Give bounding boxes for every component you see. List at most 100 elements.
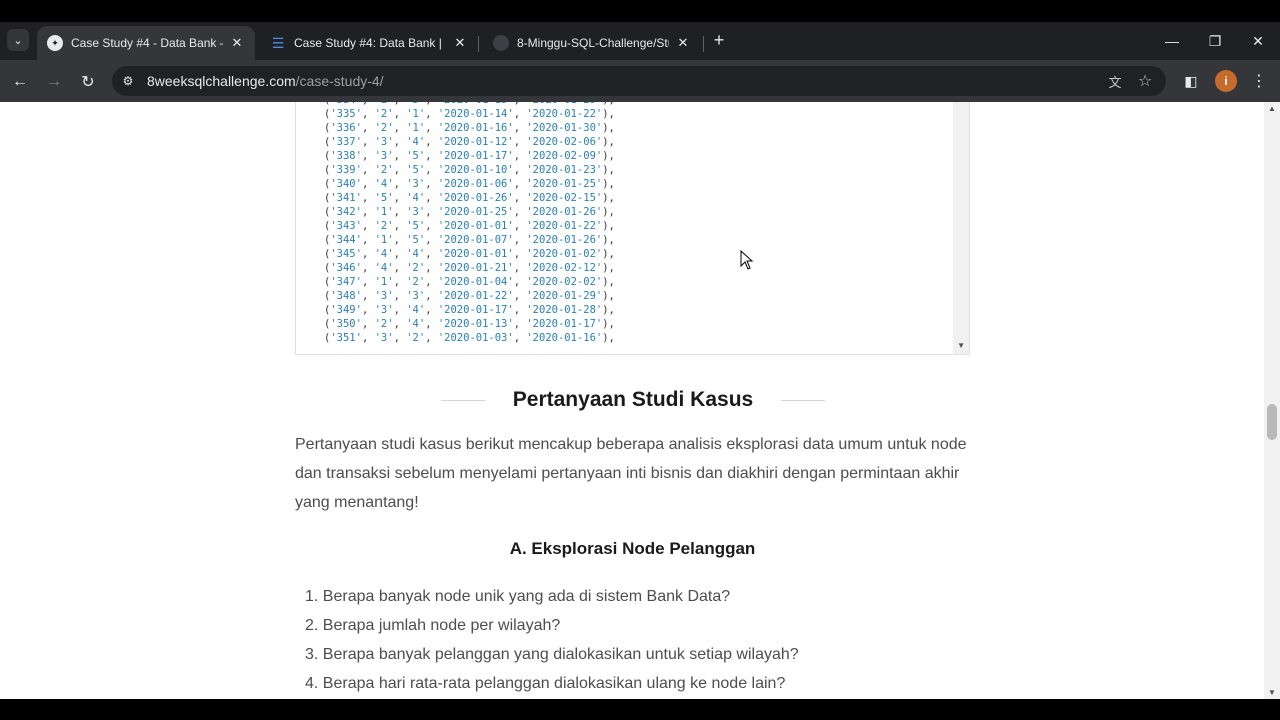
code-line: ('351', '3', '2', '2020-01-03', '2020-01… <box>324 332 615 344</box>
code-string: '1' <box>406 108 426 120</box>
code-string: '347' <box>330 276 362 288</box>
window-close-icon[interactable]: ✕ <box>1236 22 1280 60</box>
code-scrollbar[interactable]: ▼ <box>953 102 969 354</box>
code-string: '4' <box>374 248 394 260</box>
code-string: '2020-02-12' <box>526 262 603 274</box>
code-string: '2020-01-29' <box>526 102 602 106</box>
code-string: '3' <box>406 290 426 302</box>
code-string: '3' <box>406 178 426 190</box>
code-string: '2020-02-09' <box>526 150 603 162</box>
back-arrow-icon[interactable]: ← <box>8 70 32 94</box>
code-line: ('343', '2', '5', '2020-01-01', '2020-01… <box>324 220 615 232</box>
profile-avatar[interactable]: i <box>1215 70 1237 92</box>
code-line: ('346', '4', '2', '2020-01-21', '2020-02… <box>324 262 615 274</box>
code-line: ('337', '3', '4', '2020-01-12', '2020-02… <box>324 136 615 148</box>
site-info-icon[interactable]: ⚙ <box>120 73 136 89</box>
code-string: '3' <box>406 206 426 218</box>
code-string: '2020-01-06' <box>437 178 514 190</box>
translate-icon[interactable]: 文 <box>1106 72 1124 90</box>
list-item: 3. Berapa banyak pelanggan yang dialokas… <box>305 646 799 663</box>
code-string: '2' <box>374 318 394 330</box>
side-panel-icon[interactable]: ◧ <box>1180 70 1202 92</box>
code-string: '2020-01-13' <box>437 318 514 330</box>
code-string: '2' <box>375 102 394 106</box>
code-string: '335' <box>330 108 362 120</box>
code-string: '3' <box>374 136 394 148</box>
code-string: '2020-01-14' <box>437 108 514 120</box>
code-string: '351' <box>330 332 362 344</box>
new-tab-plus-icon[interactable]: + <box>709 30 729 50</box>
code-string: '2020-01-23' <box>526 164 603 176</box>
code-string: '2' <box>374 164 394 176</box>
code-string: '2020-01-12' <box>437 136 514 148</box>
code-block[interactable]: ('334', '2', '5', '2020-01-15', '2020-01… <box>295 102 970 355</box>
code-string: '2' <box>374 108 394 120</box>
address-bar[interactable]: ⚙ 8weeksqlchallenge.com/case-study-4/ 文 … <box>112 66 1166 96</box>
code-line: ('349', '3', '4', '2020-01-17', '2020-01… <box>324 304 615 316</box>
code-string: '343' <box>330 220 362 232</box>
url-text[interactable]: 8weeksqlchallenge.com/case-study-4/ <box>147 73 384 89</box>
reload-icon[interactable]: ↻ <box>76 70 100 94</box>
code-line: ('338', '3', '5', '2020-01-17', '2020-02… <box>324 150 615 162</box>
tab-title: Case Study #4: Data Bank | DB Fi <box>294 36 446 50</box>
code-string: '349' <box>330 304 362 316</box>
code-line: ('348', '3', '3', '2020-01-22', '2020-01… <box>324 290 615 302</box>
intro-paragraph: Pertanyaan studi kasus berikut mencakup … <box>295 436 967 511</box>
tab-strip: ⌄ ✦ Case Study #4 - Data Bank – 8 W ✕ ☰ … <box>0 22 1280 60</box>
code-string: '2020-01-02' <box>526 248 603 260</box>
code-line: ('335', '2', '1', '2020-01-14', '2020-01… <box>324 108 615 120</box>
code-string: '5' <box>406 234 426 246</box>
code-string: '4' <box>406 248 426 260</box>
forward-arrow-icon[interactable]: → <box>42 70 66 94</box>
code-string: '2' <box>406 276 426 288</box>
code-string: '2020-01-22' <box>526 220 603 232</box>
code-string: '344' <box>330 234 362 246</box>
code-string: '2020-02-15' <box>526 192 603 204</box>
code-string: '5' <box>406 220 426 232</box>
code-string: '2020-01-16' <box>437 122 514 134</box>
browser-toolbar: ← → ↻ ⚙ 8weeksqlchallenge.com/case-study… <box>0 60 1280 102</box>
list-item: 2. Berapa jumlah node per wilayah? <box>305 617 561 634</box>
tab-separator <box>478 36 479 52</box>
code-string: '2020-01-26' <box>437 192 514 204</box>
code-string: '2020-01-26' <box>526 206 603 218</box>
restore-icon[interactable]: ❐ <box>1193 22 1237 60</box>
bookmark-star-icon[interactable]: ☆ <box>1136 72 1154 90</box>
code-string: '2' <box>374 122 394 134</box>
close-icon[interactable]: ✕ <box>675 35 691 51</box>
close-icon[interactable]: ✕ <box>452 35 468 51</box>
tab-db-fiddle[interactable]: ☰ Case Study #4: Data Bank | DB Fi ✕ <box>260 26 478 60</box>
code-string: '341' <box>330 192 362 204</box>
scroll-down-arrow-icon[interactable]: ▼ <box>957 341 965 350</box>
code-string: '2020-01-30' <box>526 122 603 134</box>
tab-case-study-data-bank[interactable]: ✦ Case Study #4 - Data Bank – 8 W ✕ <box>37 26 255 60</box>
close-icon[interactable]: ✕ <box>229 35 245 51</box>
code-string: '4' <box>406 192 426 204</box>
code-string: '2' <box>406 332 426 344</box>
code-line: ('344', '1', '5', '2020-01-07', '2020-01… <box>324 234 615 246</box>
page-scrollbar[interactable]: ▲ ▼ <box>1264 102 1280 699</box>
code-string: '337' <box>330 136 362 148</box>
code-string: '2020-01-22' <box>437 290 514 302</box>
mouse-cursor-icon <box>740 250 754 270</box>
code-string: '2' <box>374 220 394 232</box>
scroll-down-arrow-icon[interactable]: ▼ <box>1268 688 1276 697</box>
tab-github-repo[interactable]: 8-Minggu-SQL-Challenge/Studi ✕ <box>483 26 701 60</box>
code-string: '2020-01-22' <box>526 108 603 120</box>
code-string: '1' <box>374 276 394 288</box>
minimize-icon[interactable]: — <box>1150 22 1194 60</box>
code-string: '2020-01-01' <box>437 248 514 260</box>
database-icon: ☰ <box>271 34 285 51</box>
code-string: '2020-02-02' <box>526 276 603 288</box>
code-string: '2020-01-01' <box>437 220 514 232</box>
code-line: ('350', '2', '4', '2020-01-13', '2020-01… <box>324 318 615 330</box>
code-string: '350' <box>330 318 362 330</box>
code-string: '2020-01-17' <box>526 318 603 330</box>
code-string: '340' <box>330 178 362 190</box>
menu-kebab-icon[interactable]: ⋮ <box>1248 70 1270 92</box>
bottom-black-bar <box>0 699 1280 720</box>
scroll-up-arrow-icon[interactable]: ▲ <box>1268 104 1276 113</box>
scrollbar-thumb[interactable] <box>1267 404 1277 440</box>
tab-search-icon[interactable]: ⌄ <box>7 29 29 51</box>
code-string: '4' <box>406 136 426 148</box>
